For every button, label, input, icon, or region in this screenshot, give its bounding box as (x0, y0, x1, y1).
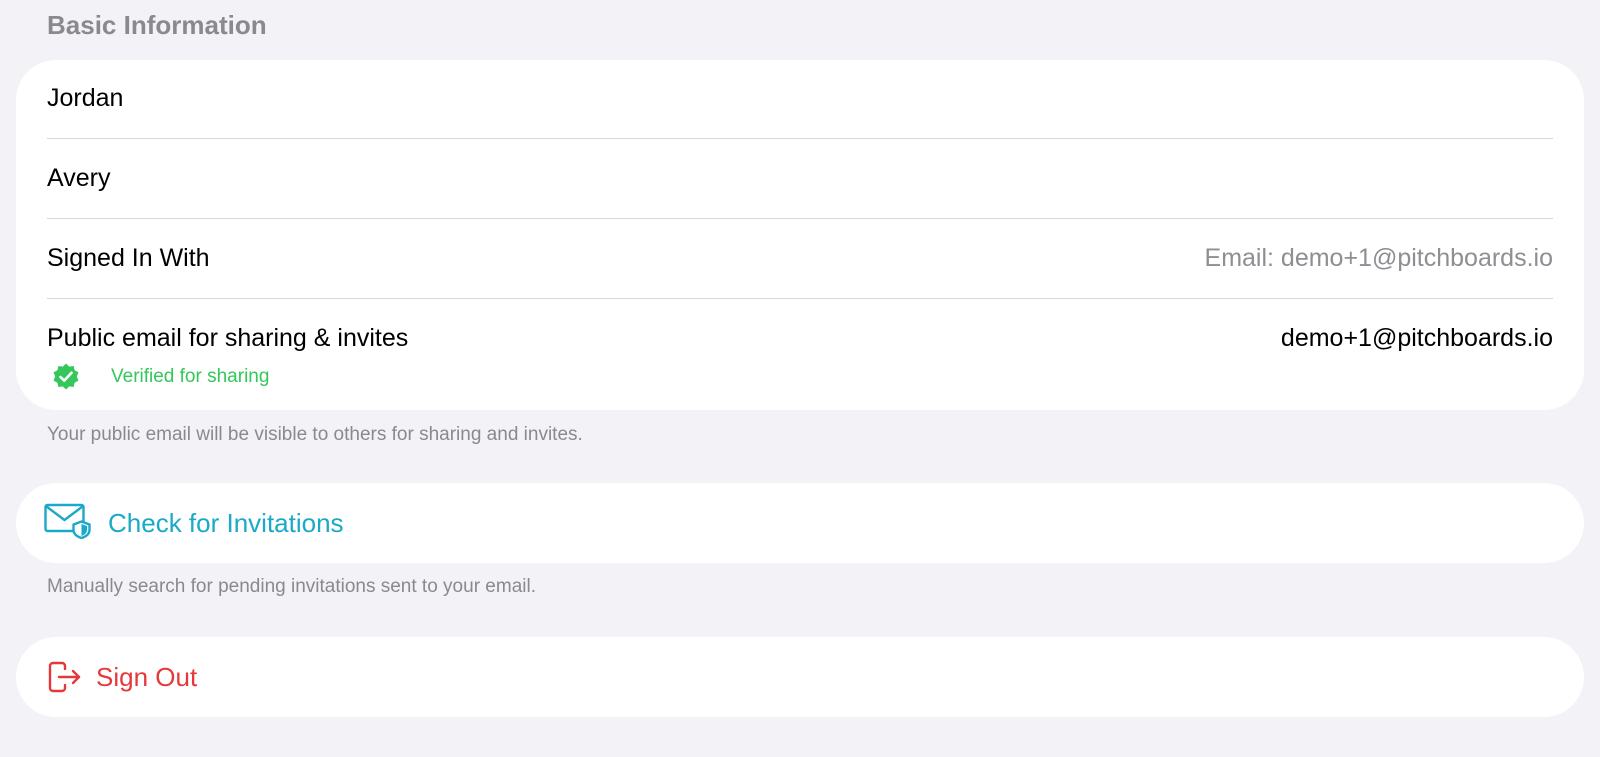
envelope-shield-icon (44, 503, 92, 544)
signed-in-with-label: Signed In With (47, 244, 210, 272)
divider (47, 138, 1553, 139)
divider (47, 218, 1553, 219)
public-email-footnote: Your public email will be visible to oth… (47, 424, 583, 445)
invitations-footnote: Manually search for pending invitations … (47, 576, 536, 597)
check-for-invitations-button[interactable]: Check for Invitations (16, 483, 1584, 563)
first-name-value[interactable]: Jordan (47, 84, 123, 113)
sign-out-label[interactable]: Sign Out (96, 662, 197, 693)
check-for-invitations-label[interactable]: Check for Invitations (108, 508, 344, 539)
signed-in-with-value: Email: demo+1@pitchboards.io (1204, 244, 1553, 272)
verified-badge-icon (51, 362, 81, 392)
sign-out-icon (48, 661, 82, 698)
last-name-value[interactable]: Avery (47, 164, 110, 193)
public-email-value[interactable]: demo+1@pitchboards.io (1281, 324, 1553, 353)
divider (47, 298, 1553, 299)
basic-info-card: Jordan Avery Signed In With Email: demo+… (16, 60, 1584, 410)
verified-text: Verified for sharing (111, 366, 270, 387)
sign-out-button[interactable]: Sign Out (16, 637, 1584, 717)
section-header-basic-information: Basic Information (47, 10, 267, 40)
verified-status: Verified for sharing (51, 362, 269, 392)
public-email-label: Public email for sharing & invites (47, 324, 409, 352)
